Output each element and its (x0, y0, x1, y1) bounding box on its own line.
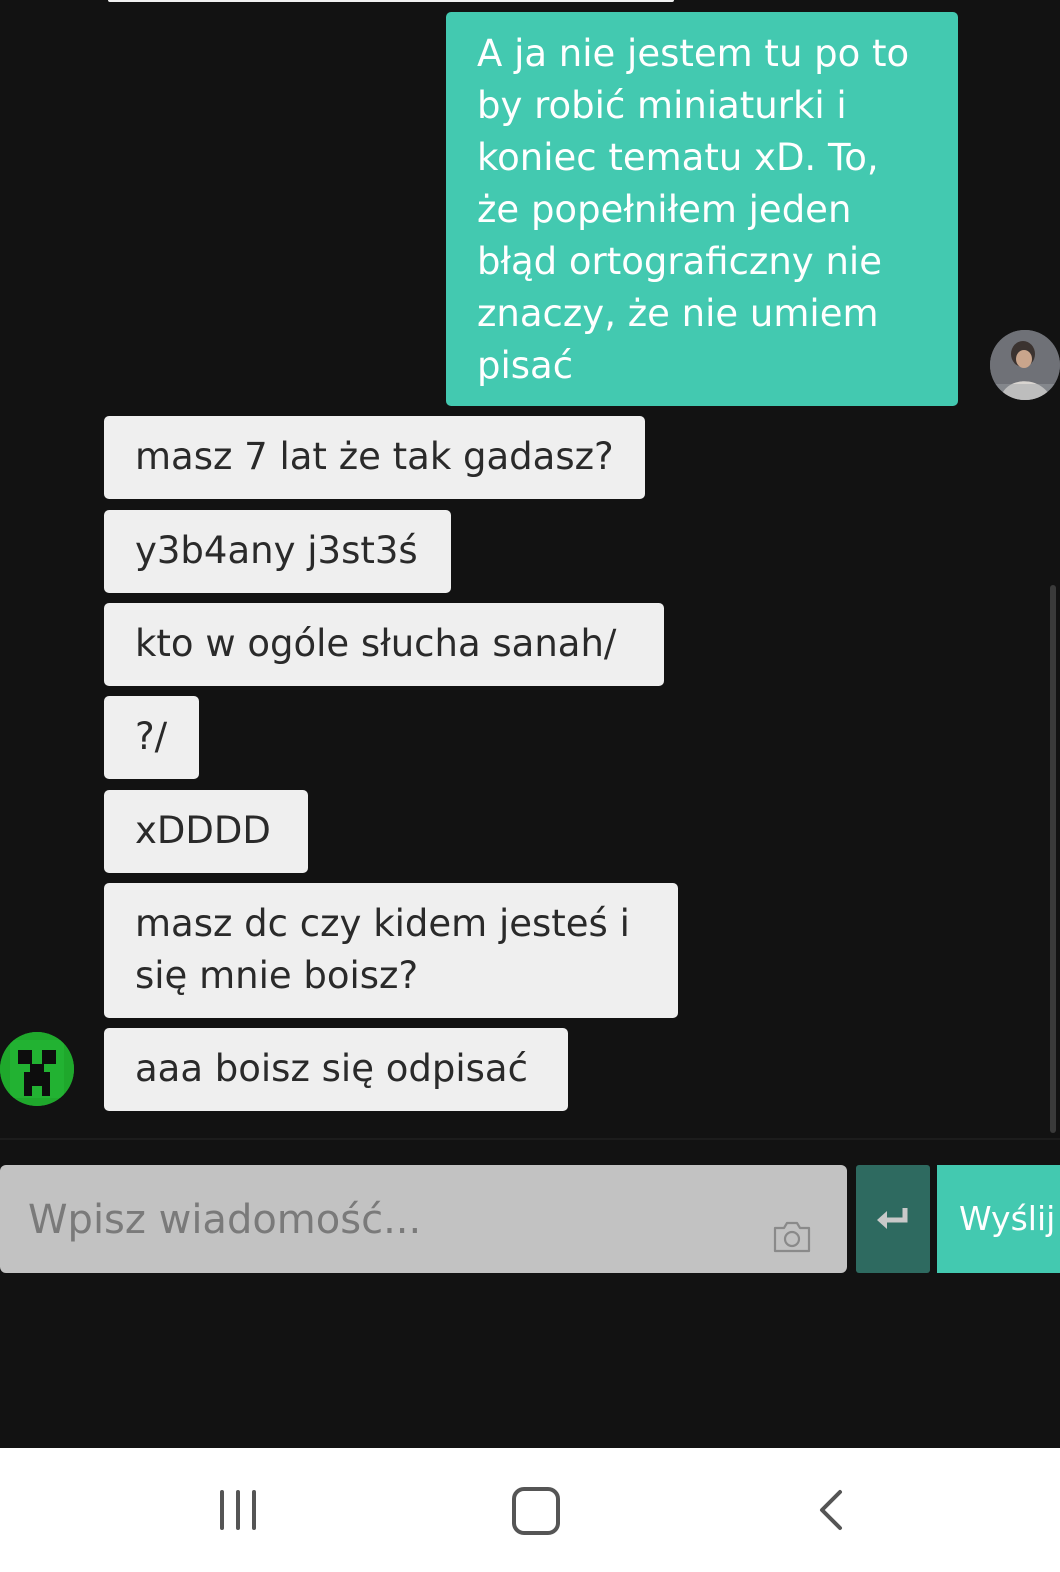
home-icon[interactable] (512, 1487, 560, 1535)
system-navigation-bar (0, 1448, 1060, 1572)
message-list-scrollbar[interactable] (1050, 585, 1056, 1133)
back-chevron-icon[interactable] (814, 1488, 854, 1532)
incoming-message[interactable]: kto w ogóle słucha sanah/ (104, 603, 664, 686)
incoming-message[interactable]: xDDDD (104, 790, 308, 873)
partner-avatar[interactable] (0, 1032, 74, 1106)
message-list[interactable]: A ja nie jestem tu po to by robić miniat… (0, 0, 1060, 1138)
outgoing-message[interactable]: A ja nie jestem tu po to by robić miniat… (446, 12, 958, 406)
user-photo-avatar (990, 330, 1060, 400)
incoming-message[interactable]: aaa boisz się odpisać (104, 1028, 568, 1111)
incoming-message[interactable]: y3b4any j3st3ś (104, 510, 451, 593)
incoming-message[interactable]: ?/ (104, 696, 199, 779)
recent-apps-icon[interactable] (216, 1490, 260, 1530)
send-button[interactable]: Wyślij (937, 1165, 1060, 1273)
chat-screen: A ja nie jestem tu po to by robić miniat… (0, 0, 1060, 1572)
composer-divider (0, 1138, 1060, 1140)
previous-message-edge (108, 0, 674, 2)
incoming-message[interactable]: masz 7 lat że tak gadasz? (104, 416, 645, 499)
enter-return-icon (877, 1208, 908, 1229)
own-avatar[interactable] (990, 330, 1060, 400)
enter-button[interactable] (856, 1165, 930, 1273)
message-input[interactable] (26, 1187, 750, 1253)
camera-icon[interactable] (772, 1220, 812, 1254)
message-input-container (0, 1165, 847, 1273)
creeper-face-icon (0, 1032, 74, 1106)
incoming-message[interactable]: masz dc czy kidem jesteś i się mnie bois… (104, 883, 678, 1018)
